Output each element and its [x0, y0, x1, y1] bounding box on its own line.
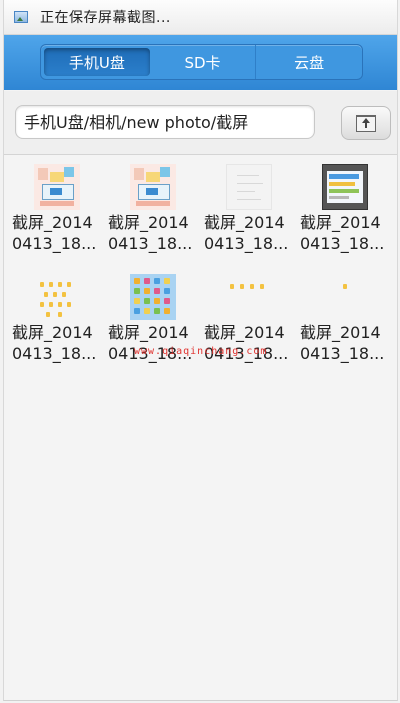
image-thumbnail [322, 274, 368, 320]
file-name-line1: 截屏_2014 [204, 323, 285, 342]
file-name-line2: 0413_18... [108, 234, 193, 253]
file-name: 截屏_2014 0413_18... [300, 322, 394, 364]
file-name-line1: 截屏_2014 [300, 323, 381, 342]
file-name: 截屏_2014 0413_18... [204, 322, 298, 364]
image-thumbnail [226, 274, 272, 320]
file-name: 截屏_2014 0413_18... [300, 212, 394, 254]
app-window: 正在保存屏幕截图... 手机U盘 SD卡 云盘 手机U盘/相机/new phot… [3, 0, 398, 701]
status-bar: 正在保存屏幕截图... [4, 0, 397, 35]
file-name: 截屏_2014 0413_18... [108, 212, 202, 254]
image-thumbnail [226, 164, 272, 210]
image-thumbnail [130, 164, 176, 210]
file-name-line2: 0413_18... [300, 234, 385, 253]
image-thumbnail [130, 274, 176, 320]
file-name-line1: 截屏_2014 [12, 323, 93, 342]
path-input[interactable]: 手机U盘/相机/new photo/截屏 [15, 105, 315, 139]
file-item[interactable]: 截屏_2014 0413_18... [10, 270, 106, 370]
image-thumbnail [34, 274, 80, 320]
file-item[interactable]: 截屏_2014 0413_18... [202, 160, 298, 260]
path-bar: 手机U盘/相机/new photo/截屏 [4, 91, 397, 155]
file-name-line1: 截屏_2014 [204, 213, 285, 232]
file-item[interactable]: 截屏_2014 0413_18... [298, 270, 394, 370]
file-name-line1: 截屏_2014 [12, 213, 93, 232]
picture-icon [14, 11, 28, 23]
image-thumbnail [322, 164, 368, 210]
storage-tabs: 手机U盘 SD卡 云盘 [40, 44, 363, 80]
file-item[interactable]: 截屏_2014 0413_18... [10, 160, 106, 260]
file-name-line1: 截屏_2014 [300, 213, 381, 232]
image-thumbnail [34, 164, 80, 210]
upload-folder-icon [356, 114, 376, 132]
file-item[interactable]: 截屏_2014 0413_18... [106, 160, 202, 260]
tab-phone-udisk[interactable]: 手机U盘 [44, 48, 150, 76]
file-name-line2: 0413_18... [300, 344, 385, 363]
file-name: 截屏_2014 0413_18... [12, 212, 106, 254]
file-name-line2: 0413_18... [12, 234, 97, 253]
status-text: 正在保存屏幕截图... [40, 10, 171, 26]
watermark: www.qiaqinchang.com [134, 346, 268, 357]
file-name-line1: 截屏_2014 [108, 213, 189, 232]
file-name-line1: 截屏_2014 [108, 323, 189, 342]
tab-cloud-disk[interactable]: 云盘 [256, 45, 362, 79]
parent-folder-button[interactable] [341, 106, 391, 140]
file-item[interactable]: 截屏_2014 0413_18... [298, 160, 394, 260]
file-grid: 截屏_2014 0413_18... 截屏_2014 0413_18... 截屏… [10, 160, 394, 370]
file-name-line2: 0413_18... [204, 234, 289, 253]
file-name: 截屏_2014 0413_18... [12, 322, 106, 364]
file-name: 截屏_2014 0413_18... [204, 212, 298, 254]
file-name: 截屏_2014 0413_18... [108, 322, 202, 364]
tab-sd-card[interactable]: SD卡 [150, 45, 257, 79]
file-name-line2: 0413_18... [12, 344, 97, 363]
tab-header: 手机U盘 SD卡 云盘 [4, 35, 397, 90]
